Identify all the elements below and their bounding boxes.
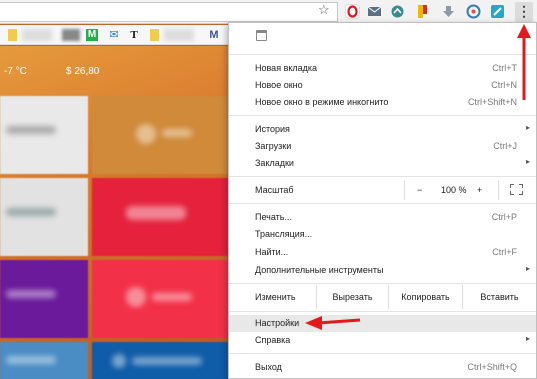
annotation-arrow-left-icon: [305, 316, 361, 330]
annotation-arrow-up-icon: [517, 24, 531, 100]
annotation-overlay: [305, 24, 531, 330]
